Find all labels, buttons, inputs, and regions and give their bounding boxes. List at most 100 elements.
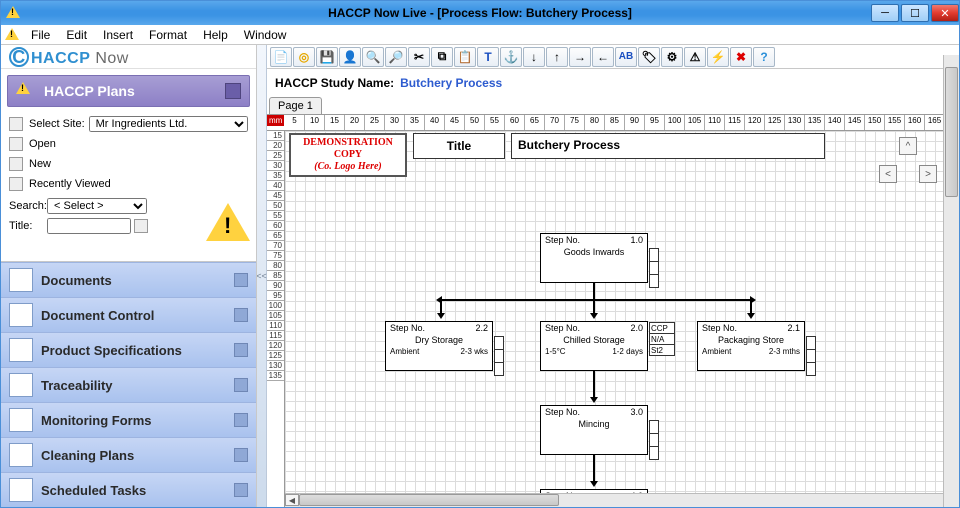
tool-tag[interactable]: 🏷	[638, 47, 660, 67]
scroll-left-icon[interactable]: ◀	[285, 494, 299, 506]
app-window: HACCP Now Live - [Process Flow: Butchery…	[0, 0, 960, 508]
product-spec-icon	[9, 338, 33, 362]
tool-arrow-down[interactable]: ↓	[523, 47, 545, 67]
nav-monitoring-forms[interactable]: Monitoring Forms	[1, 402, 256, 437]
alert-icon	[5, 28, 19, 42]
plans-header[interactable]: HACCP Plans	[7, 75, 250, 107]
step-2-1[interactable]: Step No.2.1 Packaging Store Ambient2-3 m…	[697, 321, 805, 371]
scrollbar-thumb[interactable]	[945, 67, 958, 197]
logo: CHACCP Now	[1, 45, 256, 69]
canvas-area: mm 5101520253035404550556065707580859095…	[267, 115, 959, 507]
canvas-horizontal-scrollbar[interactable]: ◀ ▶	[285, 493, 959, 507]
nav-cleaning-plans[interactable]: Cleaning Plans	[1, 437, 256, 472]
nav-product-spec[interactable]: Product Specifications	[1, 332, 256, 367]
tool-delete[interactable]: ✖	[730, 47, 752, 67]
tool-warning[interactable]: ⚠	[684, 47, 706, 67]
title-bar: HACCP Now Live - [Process Flow: Butchery…	[1, 1, 959, 25]
traceability-icon	[9, 373, 33, 397]
recent-button[interactable]: Recently Viewed	[9, 175, 248, 193]
main-panel: 📄 ◎ 💾 👤 🔍 🔎 ✂ ⧉ 📋 T ⚓ ↓ ↑ → ← AB 🏷 ⚙ ⚠ ⚡	[267, 45, 959, 507]
page-tab-1[interactable]: Page 1	[269, 97, 322, 114]
warning-icon	[16, 81, 36, 101]
nav-documents[interactable]: Documents	[1, 262, 256, 297]
tool-new-doc[interactable]: 📄	[270, 47, 292, 67]
tool-anchor[interactable]: ⚓	[500, 47, 522, 67]
chevron-down-icon	[234, 448, 248, 462]
tool-arrow-left[interactable]: ←	[592, 47, 614, 67]
search-select[interactable]: < Select >	[47, 198, 147, 214]
panel-vertical-scrollbar[interactable]	[943, 55, 959, 507]
drawing-canvas[interactable]: DEMONSTRATION COPY (Co. Logo Here) Title…	[285, 131, 959, 507]
nav-traceability[interactable]: Traceability	[1, 367, 256, 402]
tool-zoom[interactable]: 🔎	[385, 47, 407, 67]
new-icon	[9, 157, 23, 171]
monitoring-icon	[9, 408, 33, 432]
menu-edit[interactable]: Edit	[59, 26, 94, 44]
cleaning-icon	[9, 443, 33, 467]
title-label: Title:	[9, 220, 47, 232]
nav-panel: Documents Document Control Product Speci…	[1, 261, 256, 507]
title-label-box[interactable]: Title	[413, 133, 505, 159]
tool-arrow-right[interactable]: →	[569, 47, 591, 67]
left-sidebar: CHACCP Now HACCP Plans Select Site: Mr I…	[1, 45, 257, 507]
page-tabs: Page 1	[267, 97, 959, 115]
menu-file[interactable]: File	[24, 26, 57, 44]
documents-icon	[9, 268, 33, 292]
site-icon	[9, 117, 23, 131]
nav-document-control[interactable]: Document Control	[1, 297, 256, 332]
chevron-down-icon	[234, 308, 248, 322]
tool-rename[interactable]: AB	[615, 47, 637, 67]
tool-help[interactable]: ?	[753, 47, 775, 67]
site-select[interactable]: Mr Ingredients Ltd.	[89, 116, 248, 132]
search-go-button[interactable]	[134, 219, 148, 233]
window-minimize[interactable]: ─	[871, 4, 899, 22]
select-site-label: Select Site:	[29, 118, 85, 130]
alert-icon	[6, 6, 20, 20]
menu-window[interactable]: Window	[237, 26, 294, 44]
chevron-down-icon	[234, 483, 248, 497]
tool-bolt[interactable]: ⚡	[707, 47, 729, 67]
demo-copy-box[interactable]: DEMONSTRATION COPY (Co. Logo Here)	[289, 133, 407, 177]
step-3-0[interactable]: Step No.3.0 Mincing	[540, 405, 648, 455]
tool-save[interactable]: 💾	[316, 47, 338, 67]
step-2-0-tags: CCP N/A St2	[649, 322, 675, 355]
chevron-down-icon	[234, 378, 248, 392]
step-2-2[interactable]: Step No.2.2 Dry Storage Ambient2-3 wks	[385, 321, 493, 371]
menu-help[interactable]: Help	[196, 26, 235, 44]
tool-cut[interactable]: ✂	[408, 47, 430, 67]
sidebar-splitter[interactable]: <<	[257, 45, 267, 507]
step-2-0[interactable]: Step No.2.0 Chilled Storage 1-5°C1-2 day…	[540, 321, 648, 371]
open-button[interactable]: Open	[9, 135, 248, 153]
tool-settings[interactable]: ⚙	[661, 47, 683, 67]
tool-text[interactable]: T	[477, 47, 499, 67]
window-maximize[interactable]: ☐	[901, 4, 929, 22]
chevron-down-icon	[234, 343, 248, 357]
tool-preview[interactable]: ◎	[293, 47, 315, 67]
step-1-0[interactable]: Step No.1.0 Goods Inwards	[540, 233, 648, 283]
scroll-left-button[interactable]: <	[879, 165, 897, 183]
scroll-right-button[interactable]: >	[919, 165, 937, 183]
scroll-up-button[interactable]: ^	[899, 137, 917, 155]
study-value: Butchery Process	[400, 76, 502, 90]
tool-find[interactable]: 🔍	[362, 47, 384, 67]
new-button[interactable]: New	[9, 155, 248, 173]
menu-bar: File Edit Insert Format Help Window	[1, 25, 959, 45]
chevron-down-icon	[234, 273, 248, 287]
menu-insert[interactable]: Insert	[96, 26, 140, 44]
window-close[interactable]: ✕	[931, 4, 959, 22]
title-input[interactable]	[47, 218, 131, 234]
tool-paste[interactable]: 📋	[454, 47, 476, 67]
nav-scheduled-tasks[interactable]: Scheduled Tasks	[1, 472, 256, 507]
horizontal-ruler: mm 5101520253035404550556065707580859095…	[267, 115, 959, 131]
collapse-icon[interactable]	[225, 83, 241, 99]
tool-copy[interactable]: ⧉	[431, 47, 453, 67]
tool-stamp[interactable]: 👤	[339, 47, 361, 67]
tool-arrow-up[interactable]: ↑	[546, 47, 568, 67]
search-label: Search:	[9, 200, 47, 212]
open-icon	[9, 137, 23, 151]
process-title-box[interactable]: Butchery Process	[511, 133, 825, 159]
schedule-icon	[9, 478, 33, 502]
plans-header-label: HACCP Plans	[44, 83, 135, 99]
scrollbar-thumb[interactable]	[299, 494, 559, 506]
menu-format[interactable]: Format	[142, 26, 194, 44]
